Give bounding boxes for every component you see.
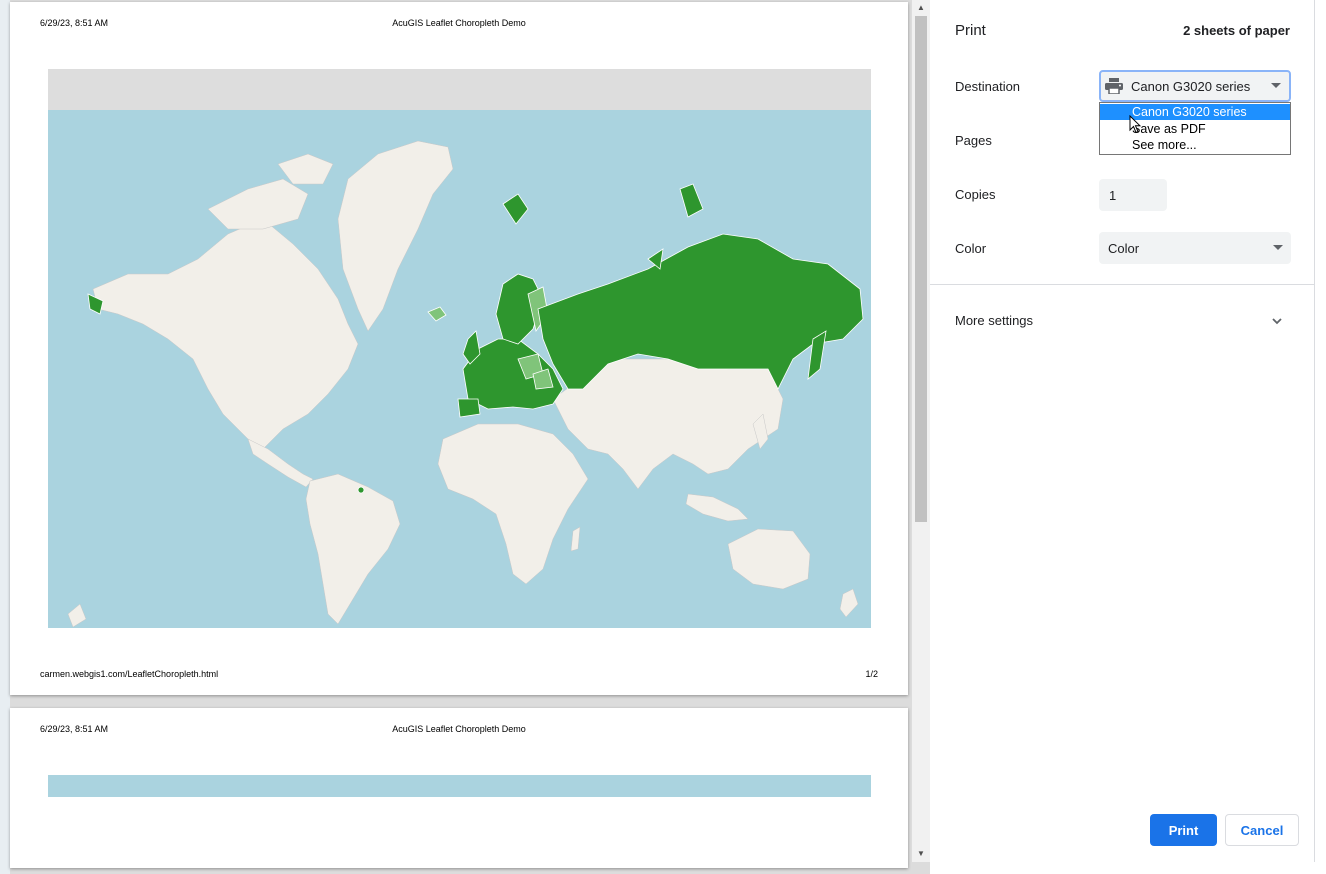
cancel-button[interactable]: Cancel xyxy=(1225,814,1299,846)
page-footer-number: 1/2 xyxy=(865,669,878,679)
printer-icon xyxy=(1105,78,1123,94)
destination-label: Destination xyxy=(955,79,1021,94)
destination-dropdown-list[interactable]: Canon G3020 series Save as PDF See more.… xyxy=(1099,102,1291,155)
chevron-down-icon xyxy=(1271,83,1281,88)
map-continued xyxy=(48,775,871,797)
mouse-cursor-icon xyxy=(1129,115,1141,134)
copies-label: Copies xyxy=(955,187,996,202)
world-map-graphic xyxy=(48,110,871,628)
sheet-count: 2 sheets of paper xyxy=(1183,23,1290,38)
scroll-up-arrow-icon[interactable]: ▲ xyxy=(912,0,930,16)
print-button[interactable]: Print xyxy=(1150,814,1217,846)
copies-input[interactable] xyxy=(1099,179,1167,211)
chevron-down-icon xyxy=(1273,245,1283,250)
print-settings-panel: Print 2 sheets of paper Destination Cano… xyxy=(930,0,1315,862)
scroll-thumb[interactable] xyxy=(915,16,927,522)
panel-title: Print xyxy=(955,22,986,39)
more-settings-toggle[interactable]: More settings xyxy=(955,313,1033,328)
scroll-down-arrow-icon[interactable]: ▼ xyxy=(912,846,930,862)
preview-scrollbar[interactable]: ▲ ▼ xyxy=(912,0,930,862)
page-header-title: AcuGIS Leaflet Choropleth Demo xyxy=(392,18,526,28)
color-value: Color xyxy=(1108,241,1140,256)
pages-label: Pages xyxy=(955,133,992,148)
preview-page-2: 6/29/23, 8:51 AM AcuGIS Leaflet Chorople… xyxy=(10,708,908,868)
expand-chevron-icon[interactable] xyxy=(1270,314,1284,328)
print-preview: 6/29/23, 8:51 AM AcuGIS Leaflet Chorople… xyxy=(0,0,930,874)
destination-value: Canon G3020 series xyxy=(1131,79,1251,94)
section-divider xyxy=(930,284,1314,285)
destination-select[interactable]: Canon G3020 series xyxy=(1099,70,1291,102)
page-footer-url: carmen.webgis1.com/LeafletChoropleth.htm… xyxy=(40,669,219,679)
choropleth-map xyxy=(48,69,871,628)
preview-page-1: 6/29/23, 8:51 AM AcuGIS Leaflet Chorople… xyxy=(10,2,908,695)
page-header-title: AcuGIS Leaflet Choropleth Demo xyxy=(392,724,526,734)
color-select[interactable]: Color xyxy=(1099,232,1291,264)
color-label: Color xyxy=(955,241,987,256)
background-page-edge xyxy=(0,0,10,874)
option-see-more[interactable]: See more... xyxy=(1100,137,1290,153)
